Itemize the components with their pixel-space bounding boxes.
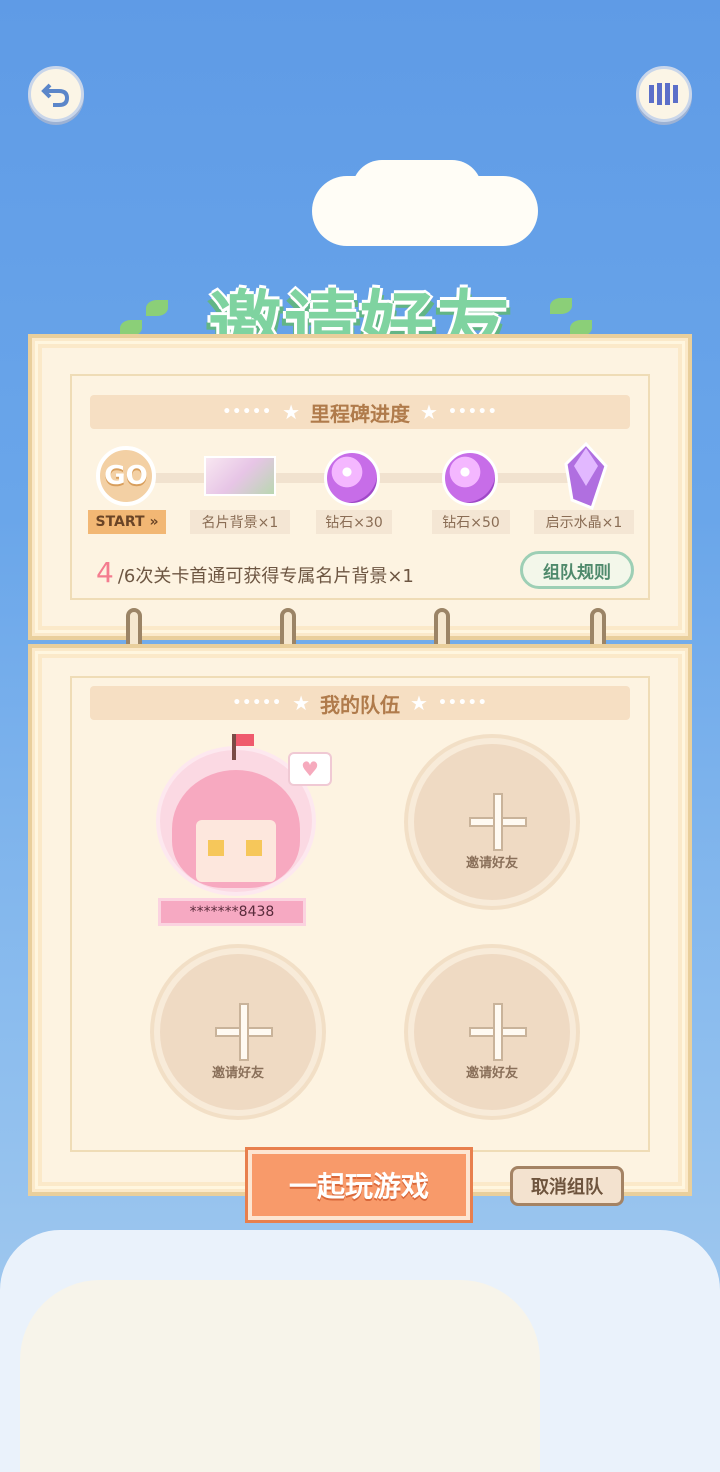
milestone-progress: 4 /6次关卡首通可获得专属名片背景×1 (96, 556, 414, 589)
leader-flag-cloth (236, 734, 254, 746)
star-icon: ★ (420, 400, 438, 424)
reward-label: 名片背景×1 (190, 510, 290, 534)
avatar-eye (208, 840, 224, 856)
progress-text: /6次关卡首通可获得专属名片背景×1 (117, 566, 414, 587)
invite-slot[interactable]: 邀请好友 (154, 948, 322, 1116)
invite-label: 邀请好友 (465, 1066, 518, 1081)
invite-slot[interactable]: 邀请好友 (408, 738, 576, 906)
avatar-eye (246, 840, 262, 856)
diamond-icon (442, 450, 498, 506)
invite-label: 邀请好友 (211, 1066, 264, 1081)
star-icon: ★ (410, 691, 428, 715)
reward-label: 启示水晶×1 (534, 510, 634, 534)
milestone-header-label: 里程碑进度 (310, 401, 410, 426)
start-marker: GO (96, 446, 156, 506)
diamond-icon (324, 450, 380, 506)
cloud-bottom-2 (20, 1280, 540, 1472)
team-rules-button[interactable]: 组队规则 (520, 551, 634, 589)
star-icon: ★ (292, 691, 310, 715)
crystal-icon (562, 442, 610, 510)
star-icon: ★ (282, 400, 300, 424)
invite-slot[interactable]: 邀请好友 (408, 948, 576, 1116)
team-header-label: 我的队伍 (320, 692, 400, 717)
menu-button[interactable] (636, 66, 692, 122)
invite-label: 邀请好友 (465, 856, 518, 871)
milestone-header: ••••• ★ 里程碑进度 ★ ••••• (90, 395, 630, 429)
back-button[interactable] (28, 66, 84, 122)
go-badge: GO (96, 446, 156, 506)
start-label: START » (88, 510, 166, 534)
play-together-button[interactable]: 一起玩游戏 (245, 1147, 473, 1223)
team-header: ••••• ★ 我的队伍 ★ ••••• (90, 686, 630, 720)
undo-arrow-icon (41, 83, 70, 107)
bars-icon (649, 83, 678, 105)
progress-current: 4 (96, 556, 114, 589)
card-background-icon (204, 456, 276, 496)
cloud-top-puff (352, 160, 482, 220)
reward-label: 钻石×50 (432, 510, 510, 534)
member-name: *******8438 (158, 898, 306, 926)
reward-label: 钻石×30 (316, 510, 392, 534)
cancel-team-button[interactable]: 取消组队 (510, 1166, 624, 1206)
heart-icon: ♥ (288, 752, 332, 786)
